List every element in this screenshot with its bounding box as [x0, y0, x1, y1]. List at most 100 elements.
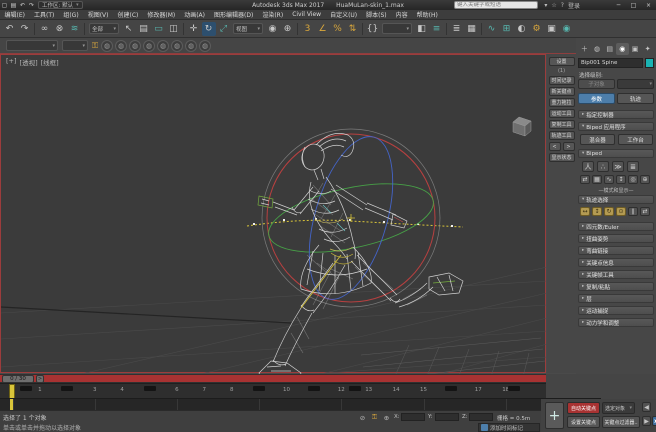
reference-coordinate-combo[interactable]: 视图▾	[233, 23, 263, 34]
signin-label[interactable]: 登录	[568, 1, 580, 10]
body-rotation-icon[interactable]: ↻	[604, 207, 614, 216]
rollout-collapsed-5[interactable]: ▸复制/粘贴	[578, 282, 654, 291]
track-bar[interactable]	[0, 398, 601, 410]
rollout-biped[interactable]: ▾Biped	[578, 149, 654, 158]
object-color-swatch[interactable]	[645, 58, 654, 68]
select-active-layer-icon[interactable]: ◍	[115, 40, 127, 52]
mixer-button[interactable]: 混合器	[580, 134, 615, 145]
menu-item-10[interactable]: 自定义(U)	[326, 10, 362, 19]
key-mode-toggle-icon[interactable]: ➤	[652, 416, 656, 426]
rollout-collapsed-1[interactable]: ▸扭曲姿势	[578, 234, 654, 243]
rubber-band-mode-icon[interactable]: ∿	[604, 175, 614, 184]
strip-button-6[interactable]: 轨迹工具	[549, 131, 575, 140]
strip-next-button[interactable]: >	[563, 142, 575, 151]
rollout-collapsed-4[interactable]: ▸关键帧工具	[578, 270, 654, 279]
rollout-collapsed-2[interactable]: ▸弯曲链接	[578, 246, 654, 255]
select-object-icon[interactable]: ↖	[122, 22, 136, 36]
layer-manager-icon[interactable]: ≣	[450, 22, 464, 36]
anim-layer-filter-combo[interactable]: ▾	[62, 40, 88, 51]
use-pivot-center-icon[interactable]: ◉	[266, 22, 280, 36]
biped-playback-icon[interactable]: ⊕	[640, 175, 650, 184]
previous-frame-icon[interactable]: ◀	[642, 402, 651, 412]
close-button[interactable]: ×	[643, 2, 654, 9]
keyframe-marker-3[interactable]	[253, 386, 265, 391]
selection-filter-combo[interactable]: 全部▾	[89, 23, 119, 34]
in-place-mode-icon[interactable]: ◎	[628, 175, 638, 184]
restore-button[interactable]: □	[628, 2, 639, 9]
collapse-anim-layer-icon[interactable]: ◍	[199, 40, 211, 52]
subobject-button[interactable]: 子对象	[578, 79, 615, 89]
viewport-menu-general[interactable]: [+]	[6, 57, 17, 67]
strip-prev-button[interactable]: <	[549, 142, 561, 151]
select-rotate-icon[interactable]: ↻	[202, 22, 216, 36]
menu-item-5[interactable]: 修改器(M)	[143, 10, 180, 19]
motion-flow-mode-icon[interactable]: ≫	[612, 161, 624, 172]
bind-to-spacewarp-icon[interactable]: ≋	[68, 22, 82, 36]
tab-display[interactable]: ▣	[629, 43, 642, 55]
menu-item-1[interactable]: 工具(T)	[29, 10, 58, 19]
tab-modify[interactable]: ◍	[591, 43, 604, 55]
keyframe-marker-6[interactable]	[445, 386, 457, 391]
opposite-icon[interactable]: ⇄	[640, 207, 650, 216]
keyframe-marker-5[interactable]	[349, 386, 361, 391]
menu-item-4[interactable]: 创建(C)	[113, 10, 143, 19]
symmetrical-icon[interactable]: ∥	[628, 207, 638, 216]
rollout-collapsed-7[interactable]: ▸运动捕捉	[578, 306, 654, 315]
keyframe-marker-1[interactable]	[61, 386, 73, 391]
strip-button-1[interactable]: 时间记录	[549, 76, 575, 85]
viewport-menu-pov[interactable]: [透视]	[20, 57, 38, 67]
perspective-viewport[interactable]: [+] [透视] [线框]	[0, 54, 546, 373]
help-icon[interactable]: ?	[561, 2, 564, 9]
modes-display-expander[interactable]: —模式和显示—	[580, 187, 652, 194]
lock-icon[interactable]: ⚿	[92, 41, 98, 51]
copy-anim-layer-icon[interactable]: ◍	[171, 40, 183, 52]
window-crossing-icon[interactable]: ◫	[167, 22, 181, 36]
undo-icon[interactable]: ↶	[18, 2, 27, 9]
new-icon[interactable]: ▢	[0, 2, 9, 9]
select-and-link-icon[interactable]: ∞	[38, 22, 52, 36]
search-icon[interactable]: ▾	[544, 2, 547, 9]
mirror-icon[interactable]: ◧	[415, 22, 429, 36]
snaps-toggle-icon[interactable]: 3	[301, 22, 315, 36]
figure-mode-icon[interactable]: 人	[582, 161, 594, 172]
tab-hierarchy[interactable]: ▤	[603, 43, 616, 55]
spinner-snap-icon[interactable]: ⇅	[346, 22, 360, 36]
workbench-button[interactable]: 工作台	[618, 134, 653, 145]
material-editor-icon[interactable]: ◐	[515, 22, 529, 36]
subobject-level-combo[interactable]: ▾	[617, 79, 654, 89]
lock-com-keying-icon[interactable]: ⊙	[616, 207, 626, 216]
enable-anim-layer-icon[interactable]: ◍	[101, 40, 113, 52]
rollout-collapsed-0[interactable]: ▸四元数/Euler	[578, 222, 654, 231]
render-production-icon[interactable]: ◉	[560, 22, 574, 36]
strip-display-state-button[interactable]: 显示状态	[549, 153, 575, 162]
rotate-gizmo[interactable]	[262, 127, 440, 308]
menu-item-3[interactable]: 视图(V)	[83, 10, 113, 19]
search-input[interactable]	[454, 1, 538, 9]
select-by-name-icon[interactable]: ▤	[137, 22, 151, 36]
trajectories-button[interactable]: 轨迹	[617, 93, 654, 104]
menu-item-12[interactable]: 内容	[391, 10, 412, 19]
tab-utilities[interactable]: ✦	[641, 43, 654, 55]
rollout-assign-controller[interactable]: ▸指定控制器	[578, 110, 654, 119]
next-frame-button[interactable]: >	[36, 375, 44, 383]
scene-explorer-icon[interactable]: ▦	[465, 22, 479, 36]
rollout-collapsed-3[interactable]: ▸关键点信息	[578, 258, 654, 267]
auto-key-button[interactable]: 自动关键点	[567, 402, 600, 414]
undo-icon[interactable]: ↶	[3, 22, 17, 36]
body-vertical-icon[interactable]: ↕	[592, 207, 602, 216]
schematic-view-icon[interactable]: ⊞	[500, 22, 514, 36]
object-name-field[interactable]: Bip001 Spine	[578, 58, 643, 68]
rollout-biped-apps[interactable]: ▾Biped 应用程序	[578, 122, 654, 131]
time-slider-track[interactable]	[0, 375, 546, 382]
region-shape-icon[interactable]: ▭	[152, 22, 166, 36]
footstep-mode-icon[interactable]: ∴	[597, 161, 609, 172]
parameters-button[interactable]: 参数	[578, 93, 615, 104]
menu-item-7[interactable]: 图形编辑器(D)	[210, 10, 258, 19]
menu-item-0[interactable]: 编辑(E)	[0, 10, 29, 19]
set-key-big-button[interactable]: +	[545, 402, 564, 429]
z-coordinate-field[interactable]	[469, 413, 493, 421]
named-selection-combo[interactable]: ▾	[382, 23, 412, 34]
keyframe-marker-0[interactable]	[20, 386, 32, 391]
strip-button-5[interactable]: 复制工具	[549, 120, 575, 129]
menu-item-11[interactable]: 脚本(S)	[362, 10, 392, 19]
